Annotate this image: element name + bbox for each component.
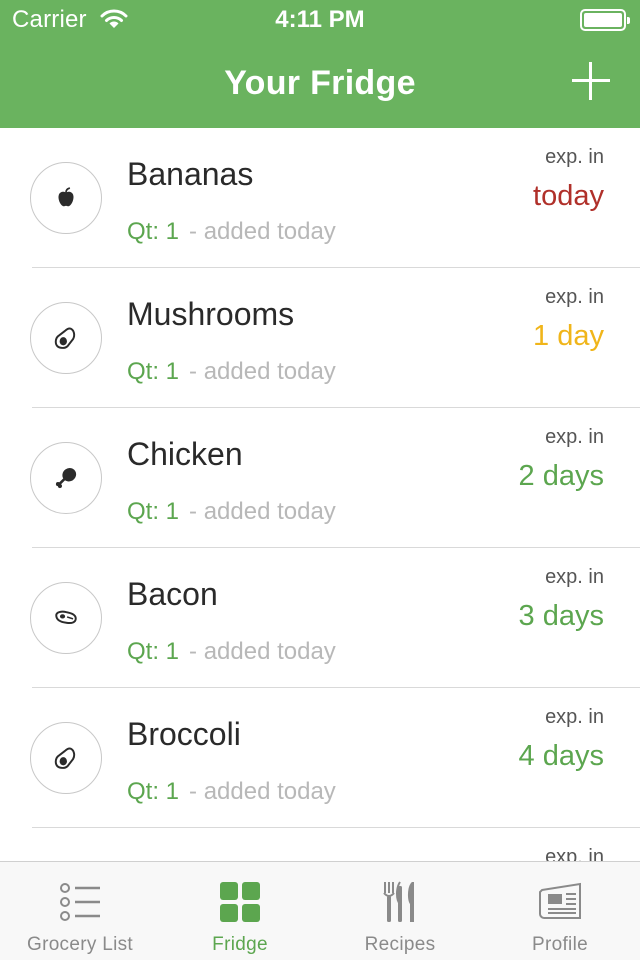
- tab-fridge[interactable]: Fridge: [160, 862, 320, 960]
- expiry-label: exp. in: [545, 286, 604, 308]
- tab-bar: Grocery List Fridge Recipes Profile: [0, 861, 640, 960]
- app-screen: Carrier 4:11 PM Your Fridge Bananas Qt: …: [0, 0, 640, 960]
- list-item[interactable]: Chicken Qt: 1 - added today exp. in 2 day…: [0, 408, 640, 548]
- expiry-label: exp. in: [545, 566, 604, 588]
- expiry-label: exp. in: [545, 146, 604, 168]
- status-time: 4:11 PM: [275, 6, 365, 33]
- list-icon: [60, 883, 100, 921]
- item-name: Bananas: [127, 156, 254, 192]
- tab-label: Recipes: [364, 934, 436, 955]
- item-added-date: - added today: [189, 358, 336, 385]
- newspaper-icon: [539, 882, 581, 919]
- expiry-label: exp. in: [545, 706, 604, 728]
- expiry-value: 2 days: [518, 460, 604, 492]
- item-quantity: Qt: 1: [127, 498, 180, 525]
- fridge-item-list[interactable]: Bananas Qt: 1 - added today exp. in today…: [0, 128, 640, 861]
- expiry-label: exp. in: [545, 426, 604, 448]
- item-meta: Qt: 1 - added today: [127, 638, 336, 666]
- item-name: Mushrooms: [127, 296, 295, 332]
- tab-label: Grocery List: [26, 934, 133, 955]
- tab-profile[interactable]: Profile: [480, 862, 640, 960]
- list-item[interactable]: Bananas Qt: 1 - added today exp. in today: [0, 128, 640, 268]
- tab-grocery-list[interactable]: Grocery List: [0, 862, 160, 960]
- apple-icon: [30, 162, 102, 234]
- status-bar: Carrier 4:11 PM: [0, 0, 640, 40]
- tab-label: Fridge: [212, 934, 268, 955]
- item-added-date: - added today: [189, 638, 336, 665]
- expiry-value: today: [533, 180, 604, 212]
- item-added-date: - added today: [189, 218, 336, 245]
- steak-icon: [30, 582, 102, 654]
- item-meta: Qt: 1 - added today: [127, 498, 336, 526]
- expiry-value: 3 days: [518, 600, 604, 632]
- list-item[interactable]: exp. in: [0, 828, 640, 861]
- item-added-date: - added today: [189, 498, 336, 525]
- grid-icon: [220, 882, 260, 922]
- avocado-icon: [30, 302, 102, 374]
- item-name: Bacon: [127, 576, 218, 612]
- drumstick-icon: [30, 442, 102, 514]
- list-item[interactable]: Mushrooms Qt: 1 - added today exp. in 1 d…: [0, 268, 640, 408]
- item-meta: Qt: 1 - added today: [127, 778, 336, 806]
- expiry-value: 4 days: [518, 740, 604, 772]
- item-meta: Qt: 1 - added today: [127, 218, 336, 246]
- add-item-button[interactable]: [572, 62, 610, 100]
- expiry-value: 1 day: [533, 320, 604, 352]
- list-item[interactable]: Bacon Qt: 1 - added today exp. in 3 days: [0, 548, 640, 688]
- header: Carrier 4:11 PM Your Fridge: [0, 0, 640, 128]
- cutlery-icon: [383, 881, 414, 922]
- tab-label: Profile: [532, 934, 588, 955]
- item-quantity: Qt: 1: [127, 218, 180, 245]
- item-name: Chicken: [127, 436, 243, 472]
- item-name: Broccoli: [127, 716, 241, 752]
- item-quantity: Qt: 1: [127, 778, 180, 805]
- avocado-icon: [30, 722, 102, 794]
- tab-recipes[interactable]: Recipes: [320, 862, 480, 960]
- battery-icon: [580, 9, 630, 31]
- item-added-date: - added today: [189, 778, 336, 805]
- page-title: Your Fridge: [224, 64, 416, 102]
- item-meta: Qt: 1 - added today: [127, 358, 336, 386]
- item-quantity: Qt: 1: [127, 638, 180, 665]
- item-quantity: Qt: 1: [127, 358, 180, 385]
- expiry-label: exp. in: [545, 846, 604, 861]
- list-item[interactable]: Broccoli Qt: 1 - added today exp. in 4 da…: [0, 688, 640, 828]
